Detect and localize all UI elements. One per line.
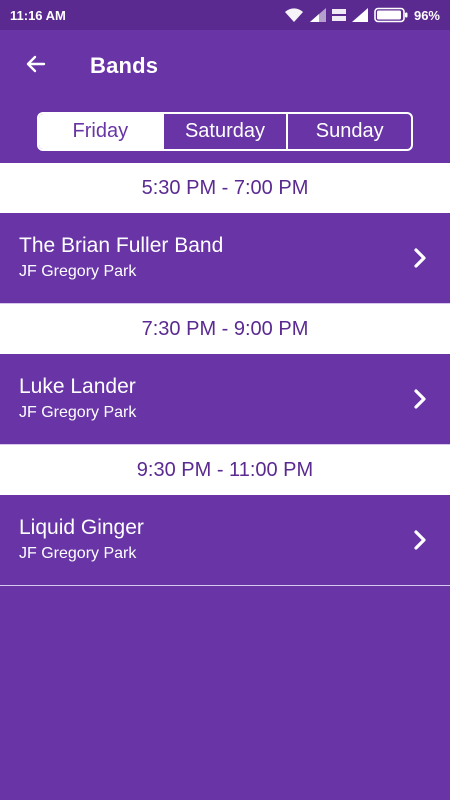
band-info: The Brian Fuller Band JF Gregory Park bbox=[19, 233, 223, 283]
time-slot-header: 9:30 PM - 11:00 PM bbox=[0, 445, 450, 495]
signal-icon bbox=[309, 8, 326, 22]
status-bar: 11:16 AM 96% bbox=[0, 0, 450, 30]
band-row[interactable]: The Brian Fuller Band JF Gregory Park bbox=[0, 213, 450, 304]
tab-friday[interactable]: Friday bbox=[39, 114, 162, 149]
page-title: Bands bbox=[90, 53, 159, 78]
chevron-right-icon bbox=[412, 246, 428, 270]
time-slot-header: 5:30 PM - 7:00 PM bbox=[0, 163, 450, 213]
tab-saturday[interactable]: Saturday bbox=[161, 114, 287, 149]
time-slot-header: 7:30 PM - 9:00 PM bbox=[0, 304, 450, 354]
band-info: Luke Lander JF Gregory Park bbox=[19, 374, 136, 424]
volte-icon bbox=[331, 8, 346, 22]
band-venue: JF Gregory Park bbox=[19, 263, 137, 280]
tab-sunday[interactable]: Sunday bbox=[286, 114, 411, 149]
status-icons: 96% bbox=[284, 7, 440, 23]
band-info: Liquid Ginger JF Gregory Park bbox=[19, 515, 144, 565]
band-row[interactable]: Luke Lander JF Gregory Park bbox=[0, 354, 450, 445]
day-tabs: Friday Saturday Sunday bbox=[37, 112, 413, 151]
battery-icon bbox=[374, 7, 408, 23]
band-venue: JF Gregory Park bbox=[19, 545, 137, 562]
arrow-left-icon bbox=[24, 52, 48, 81]
status-time: 11:16 AM bbox=[10, 7, 66, 23]
band-venue: JF Gregory Park bbox=[19, 404, 137, 421]
schedule-list: 5:30 PM - 7:00 PM The Brian Fuller Band … bbox=[0, 163, 450, 586]
app-bar: Bands bbox=[0, 30, 450, 102]
signal-icon-2 bbox=[351, 8, 368, 22]
band-name: The Brian Fuller Band bbox=[19, 234, 224, 257]
battery-percent: 96% bbox=[413, 7, 440, 23]
chevron-right-icon bbox=[412, 387, 428, 411]
band-name: Liquid Ginger bbox=[19, 516, 144, 539]
chevron-right-icon bbox=[412, 528, 428, 552]
wifi-icon bbox=[284, 7, 304, 23]
back-button[interactable] bbox=[18, 48, 54, 84]
band-row[interactable]: Liquid Ginger JF Gregory Park bbox=[0, 495, 450, 586]
band-name: Luke Lander bbox=[19, 375, 136, 398]
